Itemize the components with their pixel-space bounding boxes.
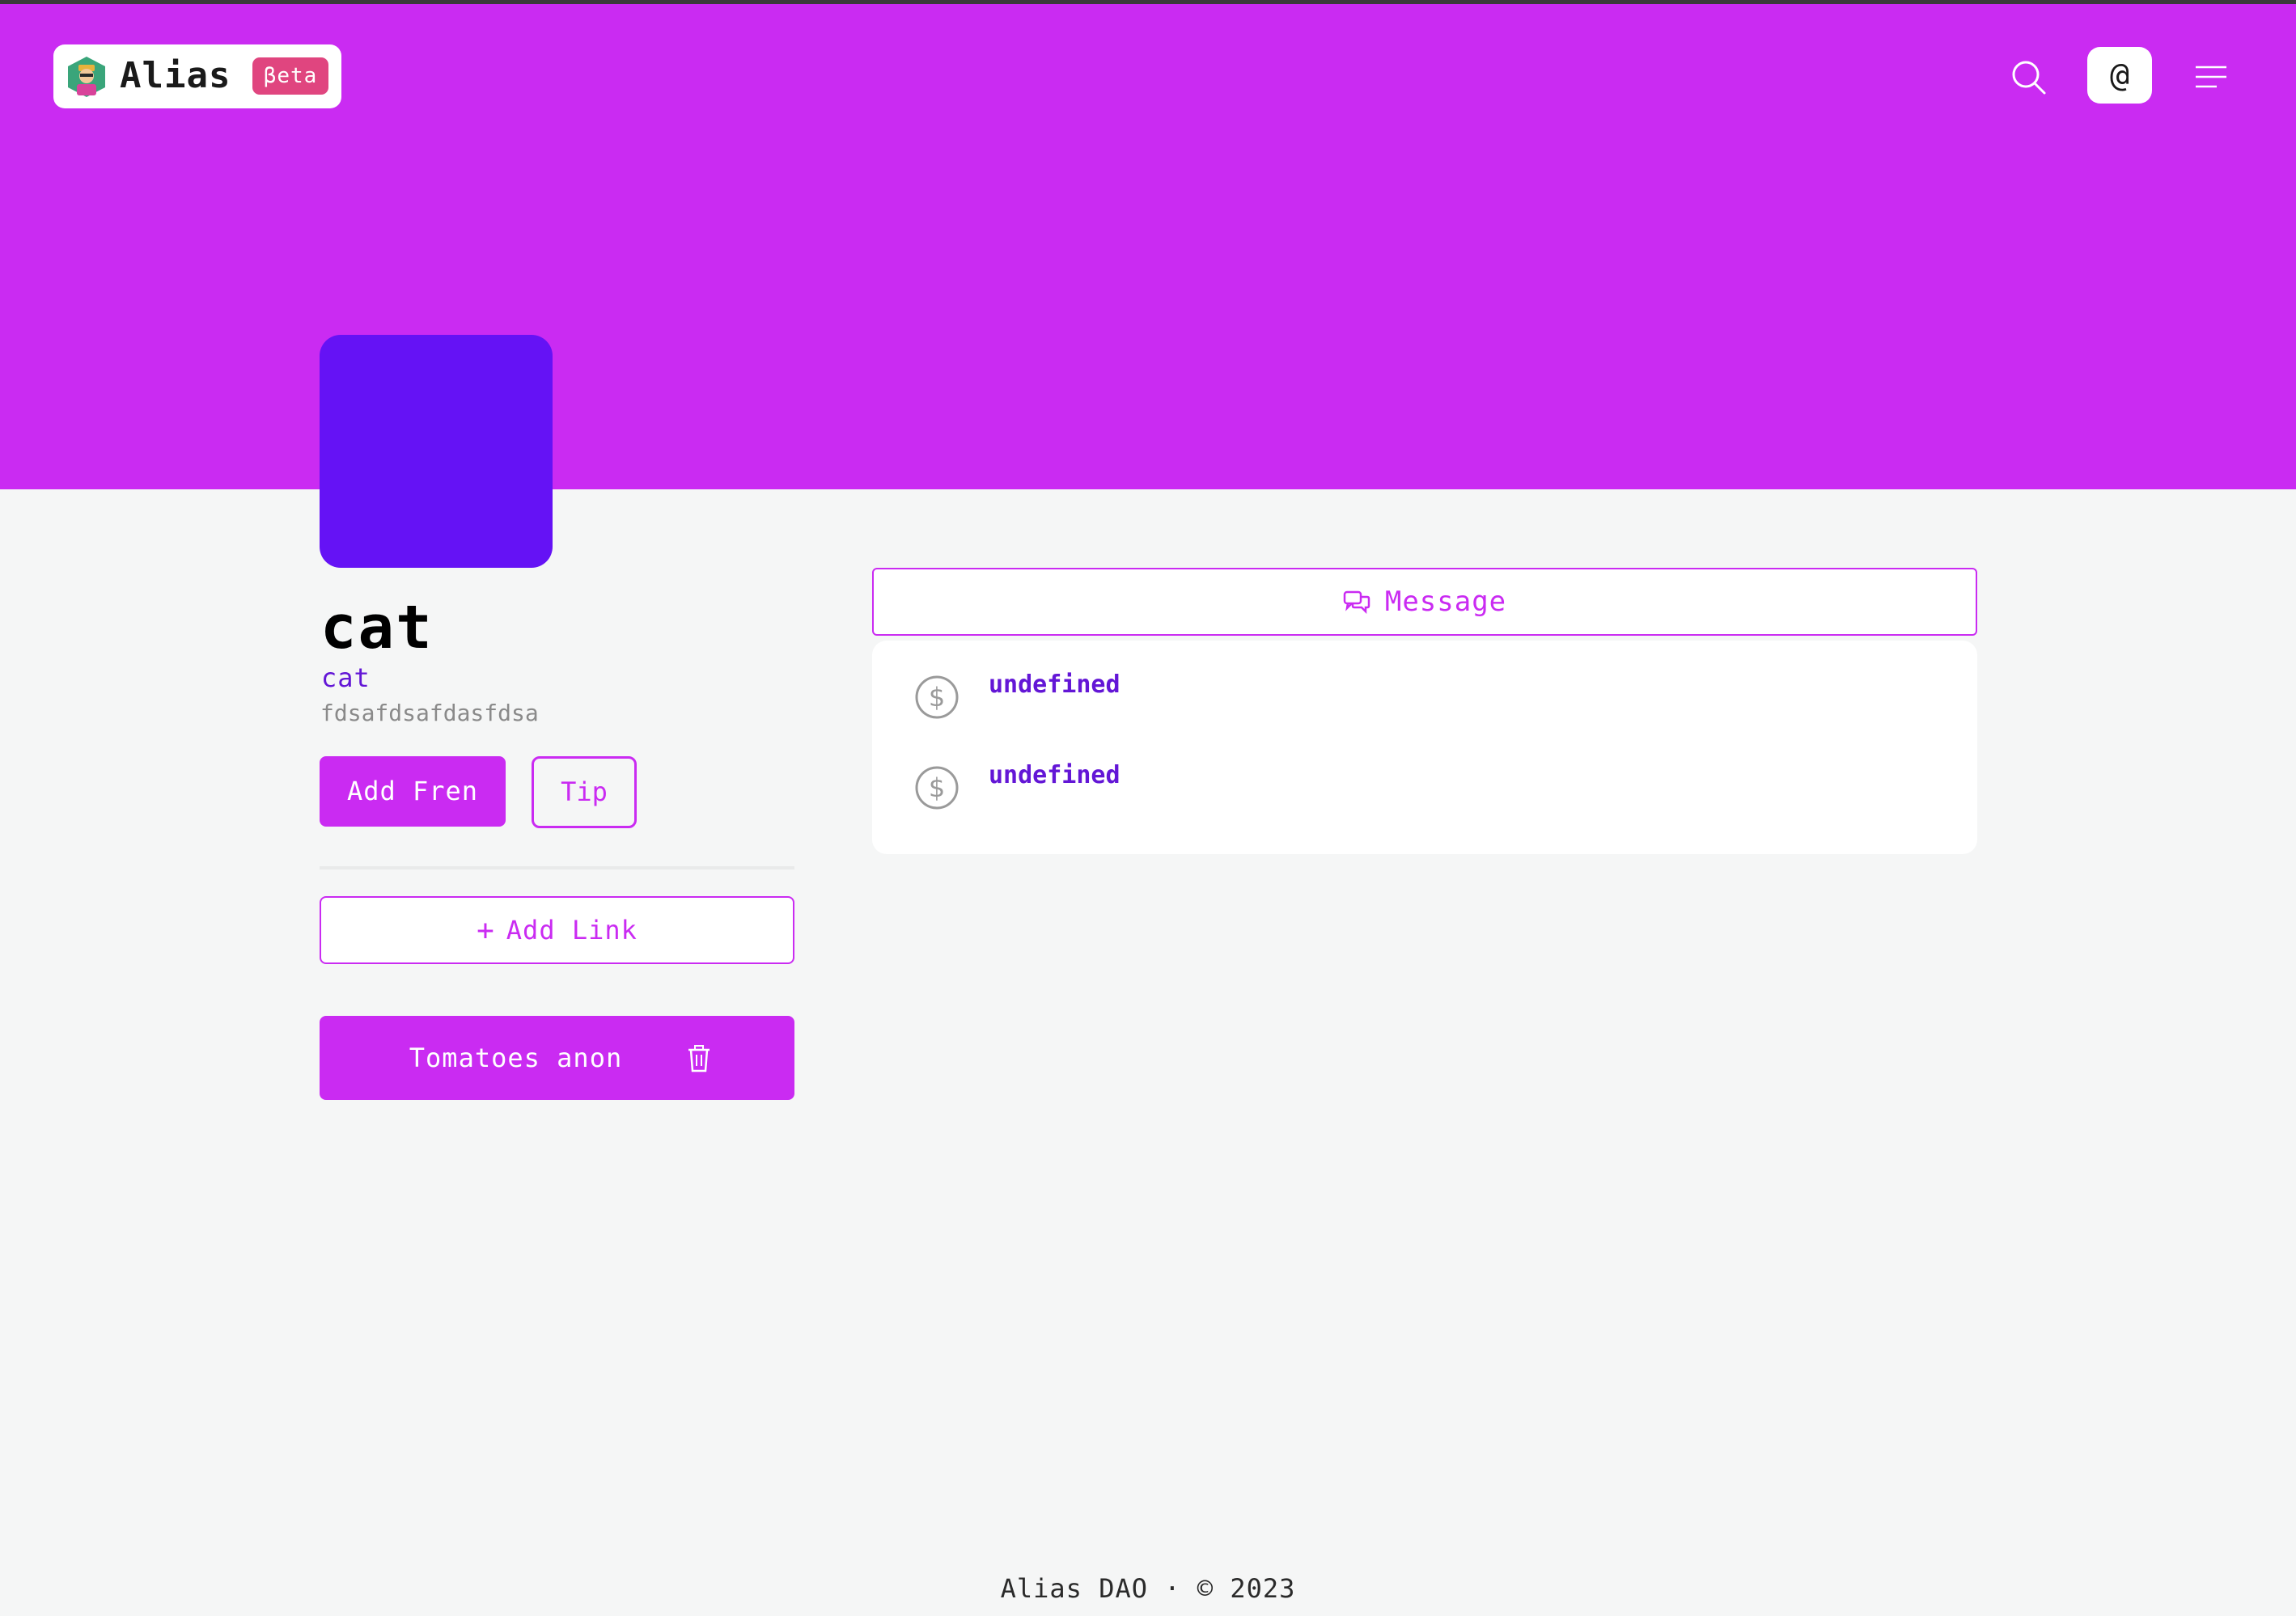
- add-link-label: Add Link: [506, 915, 638, 945]
- transaction-row: $ undefined: [872, 641, 1977, 721]
- transactions-panel: $ undefined $ undefined: [872, 641, 1977, 854]
- plus-icon: +: [477, 913, 495, 947]
- at-icon: @: [2109, 57, 2130, 94]
- trash-icon[interactable]: [687, 1045, 711, 1072]
- transaction-row: $ undefined: [872, 731, 1977, 812]
- profile-bio: fdsafdsafdasfdsa: [320, 700, 539, 726]
- message-label: Message: [1384, 586, 1507, 618]
- search-icon[interactable]: [2010, 58, 2047, 95]
- tip-button[interactable]: Tip: [532, 756, 637, 828]
- dollar-coin-icon: $: [915, 766, 959, 810]
- divider: [320, 866, 794, 869]
- add-link-button[interactable]: + Add Link: [320, 896, 794, 964]
- svg-text:$: $: [929, 772, 945, 803]
- menu-icon[interactable]: [2194, 65, 2228, 89]
- add-fren-button[interactable]: Add Fren: [320, 756, 506, 827]
- message-button[interactable]: Message: [872, 568, 1977, 636]
- link-card[interactable]: Tomatoes anon: [320, 1016, 794, 1100]
- transaction-text: undefined: [989, 671, 1120, 699]
- chat-icon: [1343, 590, 1370, 614]
- profile-handle: cat: [321, 662, 371, 693]
- svg-text:$: $: [929, 682, 945, 713]
- footer: Alias DAO · © 2023: [1000, 1573, 1296, 1604]
- beta-badge: βeta: [252, 57, 328, 95]
- logo-mascot-icon: [68, 57, 105, 97]
- logo-text: Alias: [120, 55, 231, 96]
- logo[interactable]: Alias βeta: [53, 44, 341, 108]
- link-card-label: Tomatoes anon: [409, 1043, 623, 1073]
- avatar: [320, 335, 553, 568]
- dollar-coin-icon: $: [915, 675, 959, 719]
- transaction-text: undefined: [989, 761, 1120, 789]
- at-button[interactable]: @: [2087, 47, 2152, 104]
- profile-name: cat: [320, 593, 434, 662]
